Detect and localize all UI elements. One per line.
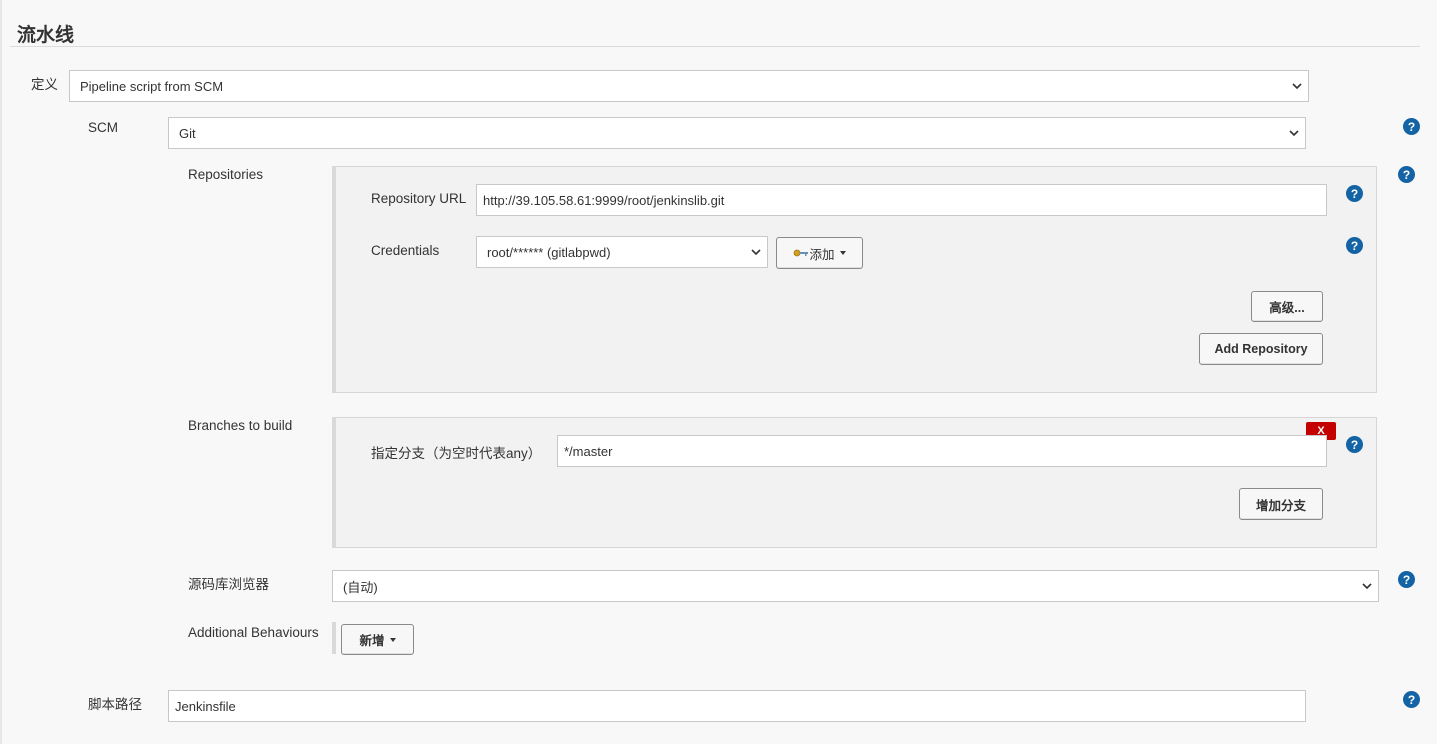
advanced-button[interactable]: 高级... (1251, 291, 1323, 322)
repository-url-label: Repository URL (371, 191, 467, 206)
caret-down-icon (839, 251, 846, 255)
add-behaviour-button[interactable]: 新增 (341, 624, 414, 655)
repository-url-input[interactable]: http://39.105.58.61:9999/root/jenkinslib… (476, 184, 1327, 216)
script-path-help-icon[interactable]: ? (1403, 691, 1420, 708)
browser-help-icon[interactable]: ? (1398, 571, 1415, 588)
branch-spec-help-icon[interactable]: ? (1346, 436, 1363, 453)
browser-select[interactable]: (自动) (332, 570, 1379, 602)
section-title: 流水线 (17, 25, 75, 46)
scm-label: SCM (88, 120, 118, 135)
add-credentials-label: 添加 (809, 247, 835, 262)
chevron-down-icon (1289, 130, 1299, 137)
repositories-label: Repositories (188, 167, 264, 182)
key-icon (794, 249, 809, 257)
caret-down-icon (389, 637, 396, 642)
definition-select-value: Pipeline script from SCM (80, 78, 224, 94)
definition-label: 定义 (31, 77, 58, 92)
scm-help-icon[interactable]: ? (1403, 118, 1420, 135)
branch-spec-value: */master (564, 443, 613, 459)
browser-label: 源码库浏览器 (188, 577, 269, 592)
script-path-input[interactable]: Jenkinsfile (168, 690, 1306, 722)
left-border (0, 0, 2, 744)
behaviours-label: Additional Behaviours (188, 625, 319, 640)
script-path-label: 脚本路径 (88, 697, 142, 712)
branch-spec-label: 指定分支（为空时代表any） (371, 446, 542, 461)
repository-url-value: http://39.105.58.61:9999/root/jenkinslib… (483, 192, 725, 208)
script-path-value: Jenkinsfile (175, 698, 236, 714)
chevron-down-icon (1292, 83, 1302, 90)
section-divider (10, 46, 1420, 47)
chevron-down-icon (751, 249, 761, 256)
add-branch-button[interactable]: 增加分支 (1239, 488, 1323, 520)
credentials-select[interactable]: root/****** (gitlabpwd) (476, 236, 768, 268)
add-behaviour-label: 新增 (359, 634, 385, 648)
definition-select[interactable]: Pipeline script from SCM (69, 70, 1309, 102)
credentials-help-icon[interactable]: ? (1346, 237, 1363, 254)
scm-select[interactable]: Git (168, 117, 1306, 149)
browser-select-value: (自动) (343, 579, 378, 595)
scm-select-value: Git (179, 125, 196, 141)
branch-spec-input[interactable]: */master (557, 435, 1327, 467)
branches-label: Branches to build (188, 418, 293, 433)
credentials-select-value: root/****** (gitlabpwd) (487, 244, 611, 260)
credentials-label: Credentials (371, 243, 440, 258)
behaviours-rule (332, 622, 336, 654)
add-credentials-button[interactable]: 添加 (776, 237, 863, 269)
repository-url-help-icon[interactable]: ? (1346, 185, 1363, 202)
add-repository-button[interactable]: Add Repository (1199, 333, 1323, 365)
chevron-down-icon (1362, 583, 1372, 590)
repositories-help-icon[interactable]: ? (1398, 166, 1415, 183)
